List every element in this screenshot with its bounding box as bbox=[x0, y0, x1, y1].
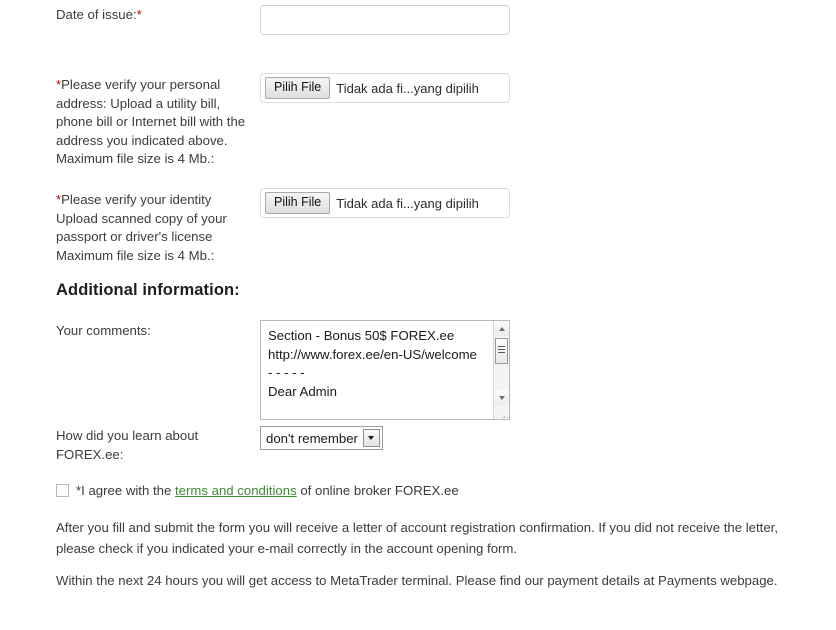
referral-label: How did you learn about FOREX.ee: bbox=[56, 428, 199, 462]
scrollbar-thumb[interactable] bbox=[495, 338, 508, 364]
comments-scrollbar[interactable] bbox=[493, 321, 509, 419]
triangle-down-glyph bbox=[498, 395, 505, 400]
info-paragraph-2: Within the next 24 hours you will get ac… bbox=[56, 573, 778, 588]
identity-proof-field-wrap: Pilih File Tidak ada fi...yang dipilih bbox=[260, 188, 510, 218]
agreement-checkbox[interactable] bbox=[56, 484, 69, 497]
date-of-issue-input[interactable] bbox=[260, 5, 510, 35]
referral-select[interactable]: don't remember bbox=[260, 426, 383, 450]
agreement-row: *I agree with the terms and conditions o… bbox=[56, 482, 459, 499]
scroll-down-arrow-icon[interactable] bbox=[494, 390, 509, 405]
referral-select-value: don't remember bbox=[266, 430, 358, 446]
date-of-issue-label: Date of issue:* bbox=[56, 6, 252, 25]
resize-grip-icon[interactable] bbox=[496, 406, 508, 418]
identity-proof-label: *Please verify your identity Upload scan… bbox=[56, 191, 252, 265]
identity-proof-file-status: Tidak ada fi...yang dipilih bbox=[336, 195, 479, 211]
identity-proof-choose-file-button[interactable]: Pilih File bbox=[265, 192, 331, 214]
comments-textarea[interactable]: Section - Bonus 50$ FOREX.ee http://www.… bbox=[260, 320, 510, 420]
address-proof-label-text: Please verify your personal address: Upl… bbox=[56, 77, 246, 166]
comments-label: Your comments: bbox=[56, 323, 151, 338]
required-asterisk: * bbox=[136, 7, 142, 22]
identity-proof-label-text: Please verify your identity Upload scann… bbox=[56, 192, 227, 263]
info-paragraph-3 bbox=[56, 623, 802, 630]
comments-textarea-value: Section - Bonus 50$ FOREX.ee http://www.… bbox=[268, 328, 477, 399]
agreement-text-after: of online broker FOREX.ee bbox=[300, 483, 459, 498]
comments-field-wrap: Section - Bonus 50$ FOREX.ee http://www.… bbox=[260, 320, 510, 420]
address-proof-field-wrap: Pilih File Tidak ada fi...yang dipilih bbox=[260, 73, 510, 103]
triangle-up-glyph bbox=[498, 326, 505, 331]
agreement-text-before: *I agree with the bbox=[76, 483, 172, 498]
address-proof-file-input[interactable]: Pilih File Tidak ada fi...yang dipilih bbox=[260, 73, 510, 103]
referral-field-wrap: don't remember bbox=[260, 426, 383, 450]
address-proof-file-status: Tidak ada fi...yang dipilih bbox=[336, 80, 479, 96]
date-of-issue-label-text: Date of issue: bbox=[56, 7, 137, 22]
triangle-down-glyph bbox=[368, 436, 375, 440]
info-paragraph-1: After you fill and submit the form you w… bbox=[56, 520, 778, 556]
scrollbar-grip-icon bbox=[498, 346, 505, 355]
chevron-down-icon[interactable] bbox=[362, 429, 380, 447]
additional-information-heading: Additional information: bbox=[56, 281, 240, 299]
scroll-up-arrow-icon[interactable] bbox=[494, 321, 509, 336]
terms-and-conditions-link[interactable]: terms and conditions bbox=[175, 483, 297, 498]
address-proof-choose-file-button[interactable]: Pilih File bbox=[265, 77, 331, 99]
registration-form-page: Date of issue:* *Please verify your pers… bbox=[0, 0, 836, 630]
identity-proof-file-input[interactable]: Pilih File Tidak ada fi...yang dipilih bbox=[260, 188, 510, 218]
agreement-text: *I agree with the terms and conditions o… bbox=[76, 482, 459, 499]
address-proof-label: *Please verify your personal address: Up… bbox=[56, 76, 252, 169]
date-of-issue-field-wrap bbox=[260, 5, 510, 35]
